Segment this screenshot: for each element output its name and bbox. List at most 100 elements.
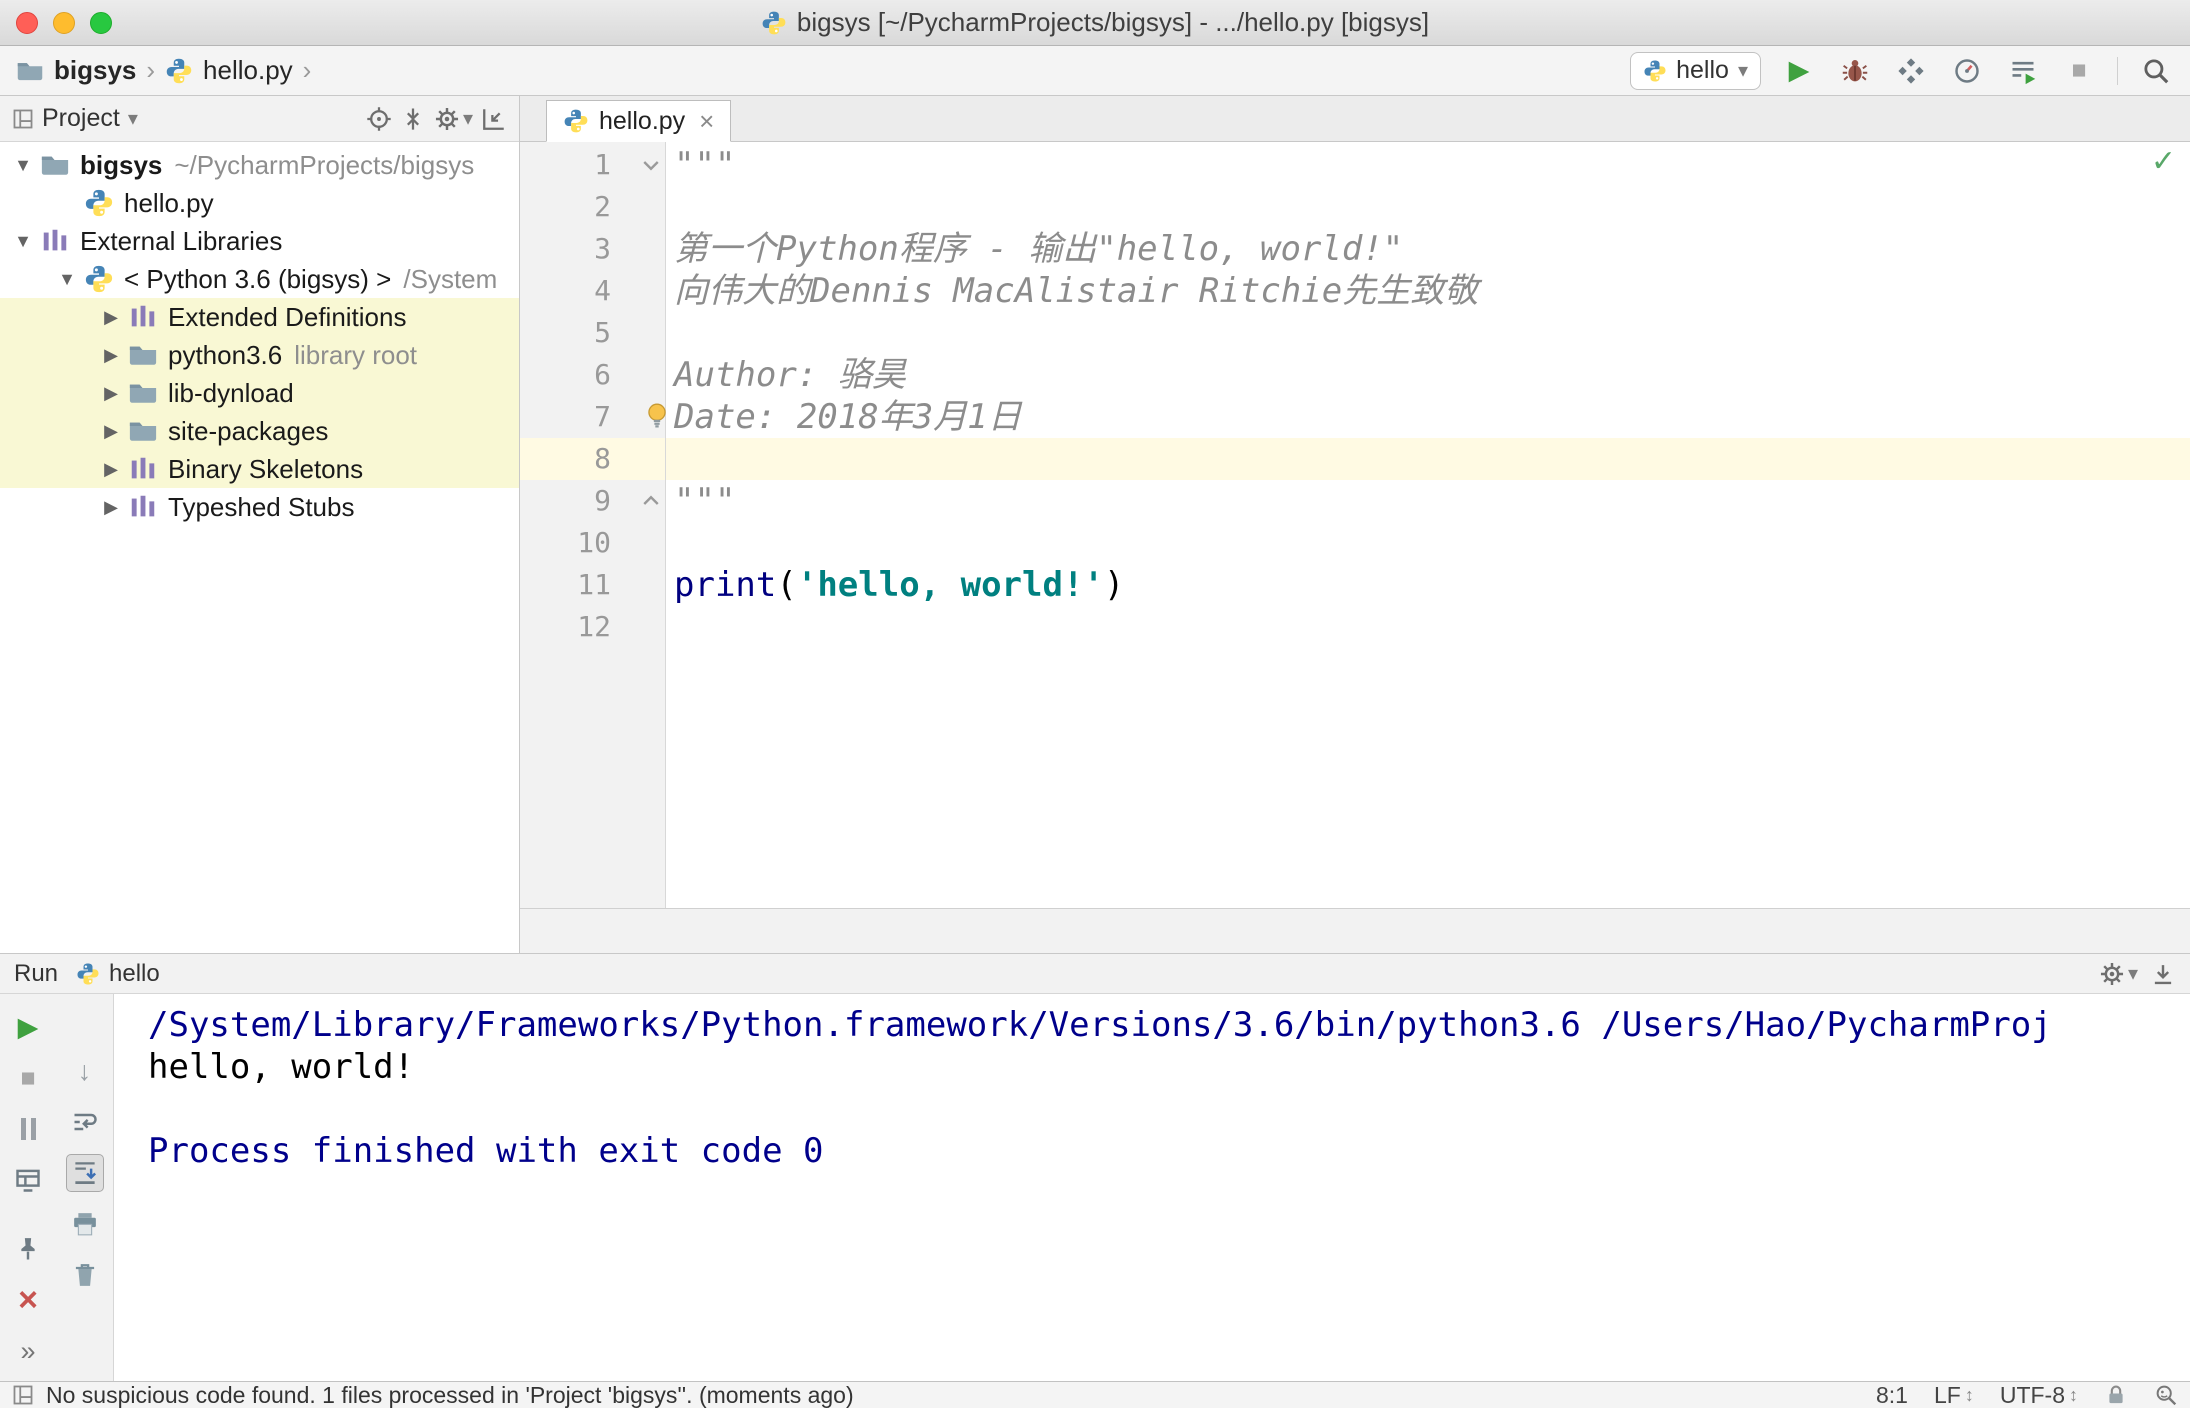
search-everywhere-button[interactable]	[2138, 53, 2174, 89]
toolwindow-toggle-icon[interactable]	[12, 1384, 34, 1406]
project-settings-button[interactable]: ▾	[434, 106, 473, 132]
tree-item-bigsys[interactable]: ▼ bigsys ~/PycharmProjects/bigsys	[0, 146, 519, 184]
tree-item-python3-6[interactable]: ▶ python3.6 library root	[0, 336, 519, 374]
close-window-button[interactable]	[16, 11, 38, 34]
breadcrumb-project[interactable]: bigsys	[54, 55, 136, 86]
tree-item-typeshed-stubs[interactable]: ▶ Typeshed Stubs	[0, 488, 519, 526]
line-number[interactable]: 3	[520, 228, 665, 270]
expand-arrow[interactable]: ▶	[94, 459, 128, 480]
tree-item-path: ~/PycharmProjects/bigsys	[174, 149, 475, 180]
code-line[interactable]	[674, 312, 2190, 354]
line-number[interactable]: 12	[520, 606, 665, 648]
code-line[interactable]	[674, 522, 2190, 564]
clear-all-button[interactable]	[66, 1256, 104, 1294]
stop-button[interactable]: ■	[2061, 53, 2097, 89]
editor-gutter[interactable]: 1 2 3 4 5 6 7 8 9 10 11 12	[520, 142, 666, 908]
tree-item-extended-definitions[interactable]: ▶ Extended Definitions	[0, 298, 519, 336]
line-separator-widget[interactable]: LF ↕	[1934, 1382, 1974, 1408]
tree-item-python-3-6-bigsys[interactable]: ▼ < Python 3.6 (bigsys) > /System	[0, 260, 519, 298]
down-stack-trace-button[interactable]: ↓	[66, 1052, 104, 1090]
tab-hello-py[interactable]: hello.py ×	[546, 100, 732, 142]
hide-run-panel-button[interactable]	[2150, 961, 2176, 987]
expand-arrow[interactable]: ▼	[6, 231, 40, 252]
line-number[interactable]: 6	[520, 354, 665, 396]
collapse-all-button[interactable]	[400, 106, 426, 132]
project-tree: ▼ bigsys ~/PycharmProjects/bigsys hello.py ▼…	[0, 142, 519, 953]
gear-icon	[2099, 961, 2125, 987]
lightbulb-icon[interactable]	[642, 401, 672, 431]
updown-arrows-icon: ↕	[2069, 1384, 2078, 1405]
line-number[interactable]: 1	[520, 144, 665, 186]
expand-arrow[interactable]: ▶	[94, 345, 128, 366]
pin-tab-button[interactable]	[9, 1230, 47, 1268]
code-line[interactable]: 向伟大的Dennis MacAlistair Ritchie先生致敬	[674, 270, 2190, 312]
hector-inspector-icon[interactable]	[2154, 1383, 2178, 1407]
tree-item-hello-py[interactable]: hello.py	[0, 184, 519, 222]
code-line[interactable]: Date: 2018年3月1日	[648, 396, 2190, 438]
run-toolwindow-header: Run hello ▾	[0, 954, 2190, 994]
close-tab-icon[interactable]: ×	[699, 108, 714, 134]
stop-button[interactable]: ■	[9, 1059, 47, 1097]
tree-item-binary-skeletons[interactable]: ▶ Binary Skeletons	[0, 450, 519, 488]
run-config-selector[interactable]: hello ▾	[1630, 51, 1761, 90]
console-output[interactable]: /System/Library/Frameworks/Python.framew…	[114, 994, 2190, 1381]
inspection-ok-icon[interactable]: ✓	[2151, 144, 2176, 179]
encoding-widget[interactable]: UTF-8 ↕	[2000, 1382, 2078, 1408]
tree-item-external-libraries[interactable]: ▼ External Libraries	[0, 222, 519, 260]
editor[interactable]: 1 2 3 4 5 6 7 8 9 10 11 12 """ 第一个Python程序 - 输出"hell…	[520, 142, 2190, 908]
debug-button[interactable]	[1837, 53, 1873, 89]
code-token: 向伟大的Dennis MacAlistair Ritchie先生致敬	[674, 271, 1479, 311]
line-number[interactable]: 5	[520, 312, 665, 354]
expand-arrow[interactable]: ▼	[50, 269, 84, 290]
locate-file-button[interactable]	[366, 106, 392, 132]
fold-start-icon[interactable]	[639, 153, 663, 177]
zoom-window-button[interactable]	[90, 11, 112, 34]
line-number[interactable]: 10	[520, 522, 665, 564]
readonly-lock-icon[interactable]	[2104, 1383, 2128, 1407]
print-button[interactable]	[66, 1205, 104, 1243]
python-file-icon	[165, 57, 193, 85]
line-number[interactable]: 8	[520, 438, 665, 480]
minimize-window-button[interactable]	[53, 11, 75, 34]
run-panel-title[interactable]: Run	[14, 960, 58, 988]
line-number[interactable]: 11	[520, 564, 665, 606]
caret-position-widget[interactable]: 8:1	[1876, 1382, 1908, 1408]
restore-layout-button[interactable]	[9, 1161, 47, 1199]
tree-item-label: python3.6	[168, 339, 283, 370]
expand-arrow[interactable]: ▼	[6, 155, 40, 176]
hide-panel-button[interactable]	[481, 106, 507, 132]
profiler-button[interactable]	[1949, 53, 1985, 89]
code-area[interactable]: """ 第一个Python程序 - 输出"hello, world!" 向伟大的De…	[648, 142, 2190, 908]
expand-arrow[interactable]: ▶	[94, 307, 128, 328]
breadcrumb-file[interactable]: hello.py	[203, 55, 293, 86]
run-tab-hello[interactable]: hello	[70, 960, 166, 988]
code-line[interactable]	[666, 438, 2190, 480]
close-run-tab-button[interactable]: ×	[9, 1281, 47, 1319]
tree-item-site-packages[interactable]: ▶ site-packages	[0, 412, 519, 450]
code-line[interactable]: 第一个Python程序 - 输出"hello, world!"	[674, 228, 2190, 270]
line-number[interactable]: 4	[520, 270, 665, 312]
expand-arrow[interactable]: ▶	[94, 421, 128, 442]
rerun-button[interactable]: ▶	[9, 1008, 47, 1046]
coverage-button[interactable]	[1893, 53, 1929, 89]
fold-end-icon[interactable]	[639, 489, 663, 513]
project-panel-title[interactable]: Project	[42, 104, 120, 133]
code-line[interactable]: """	[674, 144, 2190, 186]
code-line[interactable]	[674, 606, 2190, 648]
soft-wrap-button[interactable]	[66, 1103, 104, 1141]
line-number[interactable]: 9	[520, 480, 665, 522]
code-line[interactable]: Author: 骆昊	[674, 354, 2190, 396]
code-line[interactable]: print('hello, world!')	[674, 564, 2190, 606]
console-settings-button[interactable]: ▾	[2099, 961, 2138, 987]
expand-arrow[interactable]: ▶	[94, 497, 128, 518]
run-button[interactable]: ▶	[1781, 53, 1817, 89]
expand-arrow[interactable]: ▶	[94, 383, 128, 404]
pause-output-button[interactable]	[9, 1110, 47, 1148]
code-line[interactable]	[674, 186, 2190, 228]
scroll-to-end-button[interactable]	[65, 1154, 104, 1192]
line-number[interactable]: 2	[520, 186, 665, 228]
code-line[interactable]: """	[674, 480, 2190, 522]
more-options-button[interactable]: »	[9, 1332, 47, 1370]
tree-item-lib-dynload[interactable]: ▶ lib-dynload	[0, 374, 519, 412]
run-console-button[interactable]	[2005, 53, 2041, 89]
